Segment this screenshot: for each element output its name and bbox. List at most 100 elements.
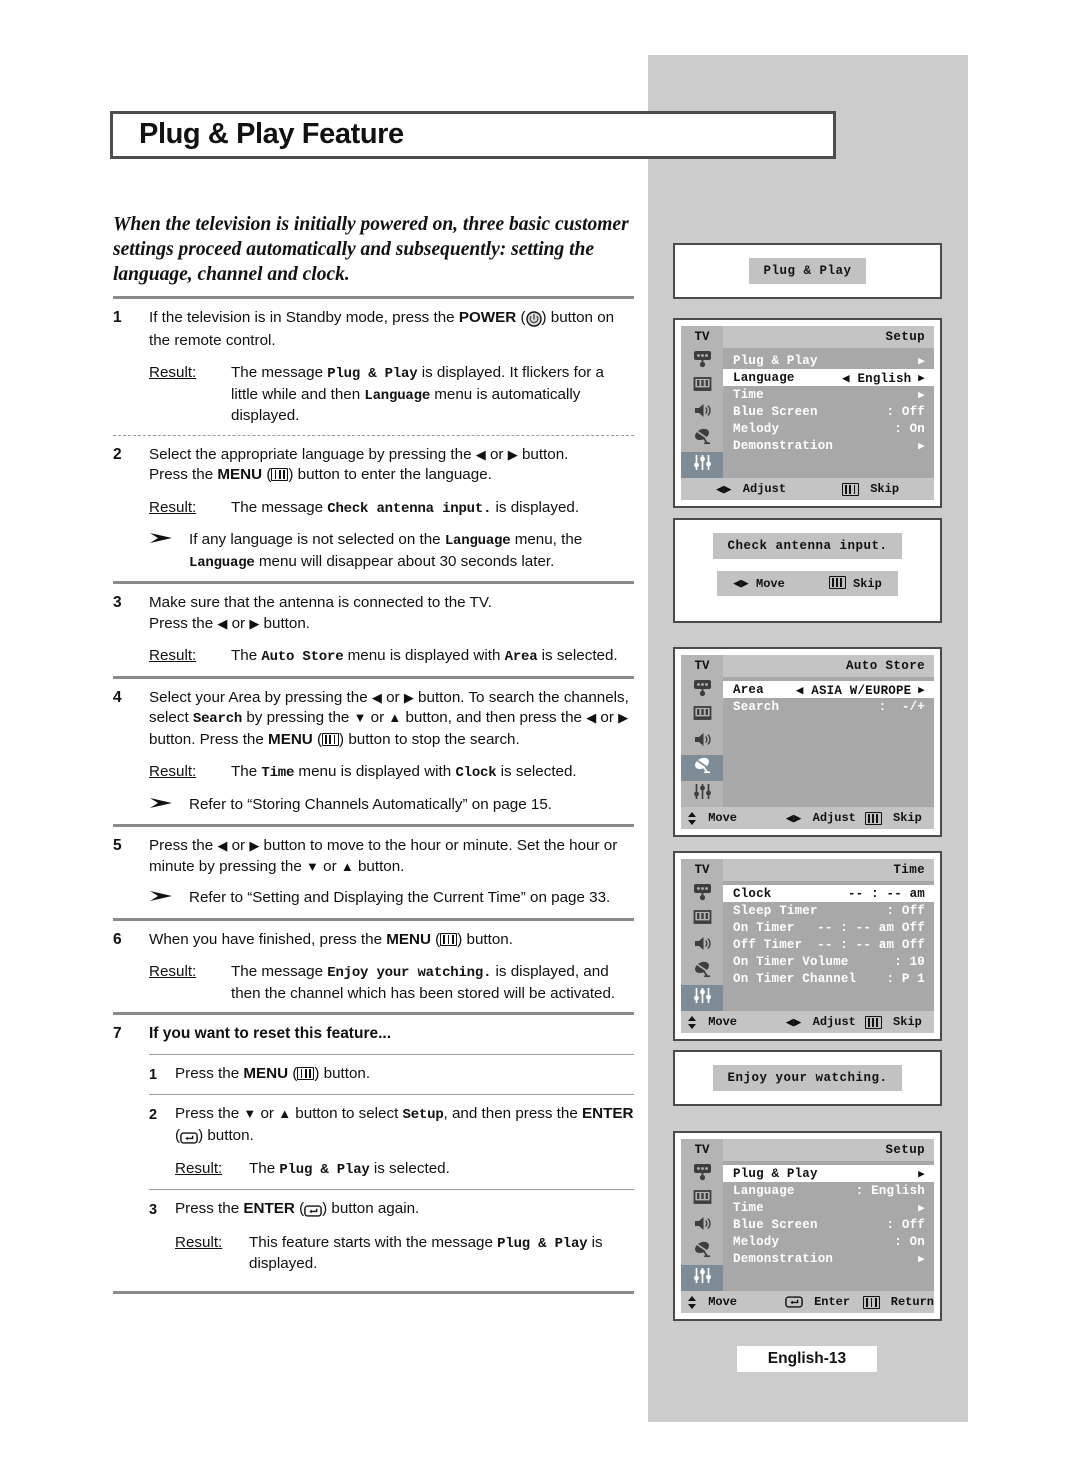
- rail-item-2[interactable]: [681, 1213, 723, 1239]
- osd-item-value: : English: [855, 1183, 925, 1198]
- rail-item-4[interactable]: [681, 985, 723, 1011]
- osd-item-label: Blue Screen: [733, 404, 818, 419]
- rail-item-4[interactable]: [681, 452, 723, 478]
- step-number: 2: [113, 445, 122, 463]
- substep-text: Press the ENTER () button again.: [175, 1199, 634, 1222]
- step-text: Select your Area by pressing the ◀ or ▶ …: [149, 688, 629, 748]
- step-7: 7 If you want to reset this feature... 1 Pr…: [113, 1015, 634, 1291]
- speaker-icon: [692, 934, 713, 958]
- rail-item-0[interactable]: [681, 677, 723, 703]
- substep-text: Press the ▼ or ▲ button to select Setup,…: [175, 1104, 634, 1148]
- osd-item-list: Plug & Play ▶ Language: English Time ▶ Blue…: [723, 1161, 934, 1291]
- osd-item-label: On Timer: [733, 920, 795, 935]
- osd-icon-rail: [681, 677, 723, 807]
- osd-footer-action[interactable]: Return: [863, 1295, 934, 1309]
- osd-title: Setup: [723, 1139, 934, 1161]
- osd-footer-action[interactable]: ◀▶ Adjust: [786, 811, 865, 826]
- osd-menu-item[interactable]: Time ▶: [723, 1199, 934, 1216]
- osd-menu-item[interactable]: Demonstration ▶: [723, 437, 934, 454]
- osd-footer-action[interactable]: Skip: [864, 811, 934, 825]
- osd-footer-action[interactable]: Move: [681, 811, 786, 825]
- osd-menu-item[interactable]: Time ▶: [723, 386, 934, 403]
- osd-menu-item[interactable]: Clock -- : -- am: [723, 885, 934, 902]
- osd-auto-store-menu: TV Auto Store Area ◀ ASIA W/EUROPE ▶ Search:…: [673, 647, 942, 837]
- osd-time-menu: TV Time Clock -- : -- am Sleep Timer: Off On …: [673, 851, 942, 1041]
- substep-number: 1: [149, 1067, 158, 1083]
- osd-enjoy-message: Enjoy your watching.: [673, 1050, 942, 1106]
- menu-icon: [864, 1015, 882, 1029]
- osd-menu-item[interactable]: Plug & Play ▶: [723, 352, 934, 369]
- speaker-icon: [692, 730, 713, 754]
- osd-menu-item[interactable]: On Timer -- : -- am Off: [723, 919, 934, 936]
- substep-3: 3 Press the ENTER () button again. Result:…: [149, 1190, 634, 1283]
- step-text: Press the ◀ or ▶ button to move to the h…: [149, 837, 618, 875]
- osd-header: TV Setup: [681, 326, 934, 348]
- arrow-glyph: ▶: [249, 615, 260, 631]
- step-number: 7: [113, 1025, 122, 1042]
- rail-item-0[interactable]: [681, 348, 723, 374]
- mono-term: Time: [261, 765, 295, 781]
- sliders-icon: [692, 1266, 713, 1290]
- chevron-right-icon: ▶: [911, 440, 925, 453]
- osd-item-value: -- : -- am Off: [817, 920, 925, 935]
- osd-menu-item[interactable]: Sleep Timer: Off: [723, 902, 934, 919]
- osd-menu-item[interactable]: Melody: On: [723, 420, 934, 437]
- rail-item-1[interactable]: [681, 374, 723, 400]
- page-title-box: Plug & Play Feature: [110, 111, 836, 159]
- substep-number: 2: [149, 1107, 158, 1123]
- rail-item-3[interactable]: [681, 959, 723, 985]
- rail-item-0[interactable]: [681, 881, 723, 907]
- result-label: Result:: [149, 763, 197, 780]
- osd-menu-item[interactable]: Blue Screen: Off: [723, 1216, 934, 1233]
- osd-menu-item[interactable]: Search: -/+: [723, 698, 934, 715]
- osd-menu-item[interactable]: Area ◀ ASIA W/EUROPE ▶: [723, 681, 934, 698]
- osd-menu-item[interactable]: On Timer Channel: P 1: [723, 970, 934, 987]
- osd-source-label: TV: [681, 326, 723, 348]
- osd-icon-rail: [681, 348, 723, 478]
- osd-menu-item[interactable]: Plug & Play ▶: [723, 1165, 934, 1182]
- osd-menu-item[interactable]: Off Timer -- : -- am Off: [723, 936, 934, 953]
- osd-menu-item[interactable]: On Timer Volume: 10: [723, 953, 934, 970]
- rail-item-1[interactable]: [681, 907, 723, 933]
- osd-menu-item[interactable]: Demonstration ▶: [723, 1250, 934, 1267]
- arrow-glyph: ◀: [217, 838, 228, 853]
- page-footer: English-13: [737, 1346, 877, 1372]
- step-number: 6: [113, 930, 122, 948]
- step-number: 3: [113, 594, 122, 611]
- osd-item-list: Area ◀ ASIA W/EUROPE ▶ Search: -/+: [723, 677, 934, 807]
- mono-term: Plug & Play: [497, 1235, 588, 1252]
- result-row: Result: The message Enjoy your watching. …: [149, 962, 634, 1004]
- osd-footer-action[interactable]: Enter: [785, 1295, 863, 1309]
- rail-item-1[interactable]: [681, 703, 723, 729]
- rail-item-3[interactable]: [681, 1239, 723, 1265]
- osd-item-label: Demonstration: [733, 438, 834, 453]
- osd-menu-item[interactable]: Language ◀ English ▶: [723, 369, 934, 386]
- osd-footer-action[interactable]: Move: [681, 1015, 786, 1029]
- rail-item-3[interactable]: [681, 755, 723, 781]
- rail-item-3[interactable]: [681, 426, 723, 452]
- rail-item-4[interactable]: [681, 1265, 723, 1291]
- osd-footer-action[interactable]: Skip: [842, 482, 899, 497]
- rail-item-0[interactable]: [681, 1161, 723, 1187]
- rail-item-2[interactable]: [681, 400, 723, 426]
- step-7-headline: If you want to reset this feature...: [149, 1025, 392, 1042]
- osd-menu-item[interactable]: Melody: On: [723, 1233, 934, 1250]
- osd-title: Setup: [723, 326, 934, 348]
- rail-item-2[interactable]: [681, 729, 723, 755]
- osd-menu-item[interactable]: Language: English: [723, 1182, 934, 1199]
- osd-icon-rail: [681, 1161, 723, 1291]
- chevron-right-icon: ▶: [911, 1253, 925, 1266]
- osd-footer-action[interactable]: ◀▶ Adjust: [786, 1015, 865, 1030]
- osd-menu-item[interactable]: Blue Screen: Off: [723, 403, 934, 420]
- osd-footer-action[interactable]: ◀▶ Adjust: [716, 482, 786, 497]
- rail-item-2[interactable]: [681, 933, 723, 959]
- rail-item-4[interactable]: [681, 781, 723, 807]
- chevron-right-icon: ▶: [911, 1202, 925, 1215]
- rail-item-1[interactable]: [681, 1187, 723, 1213]
- menu-icon: [864, 811, 882, 825]
- result-value: The Time menu is displayed with Clock is…: [231, 763, 577, 781]
- osd-footer-action[interactable]: Move: [681, 1295, 785, 1309]
- osd-footer-action[interactable]: Skip: [864, 1015, 934, 1029]
- arrow-glyph: ◀: [371, 689, 382, 705]
- mono-term: Language: [364, 387, 431, 404]
